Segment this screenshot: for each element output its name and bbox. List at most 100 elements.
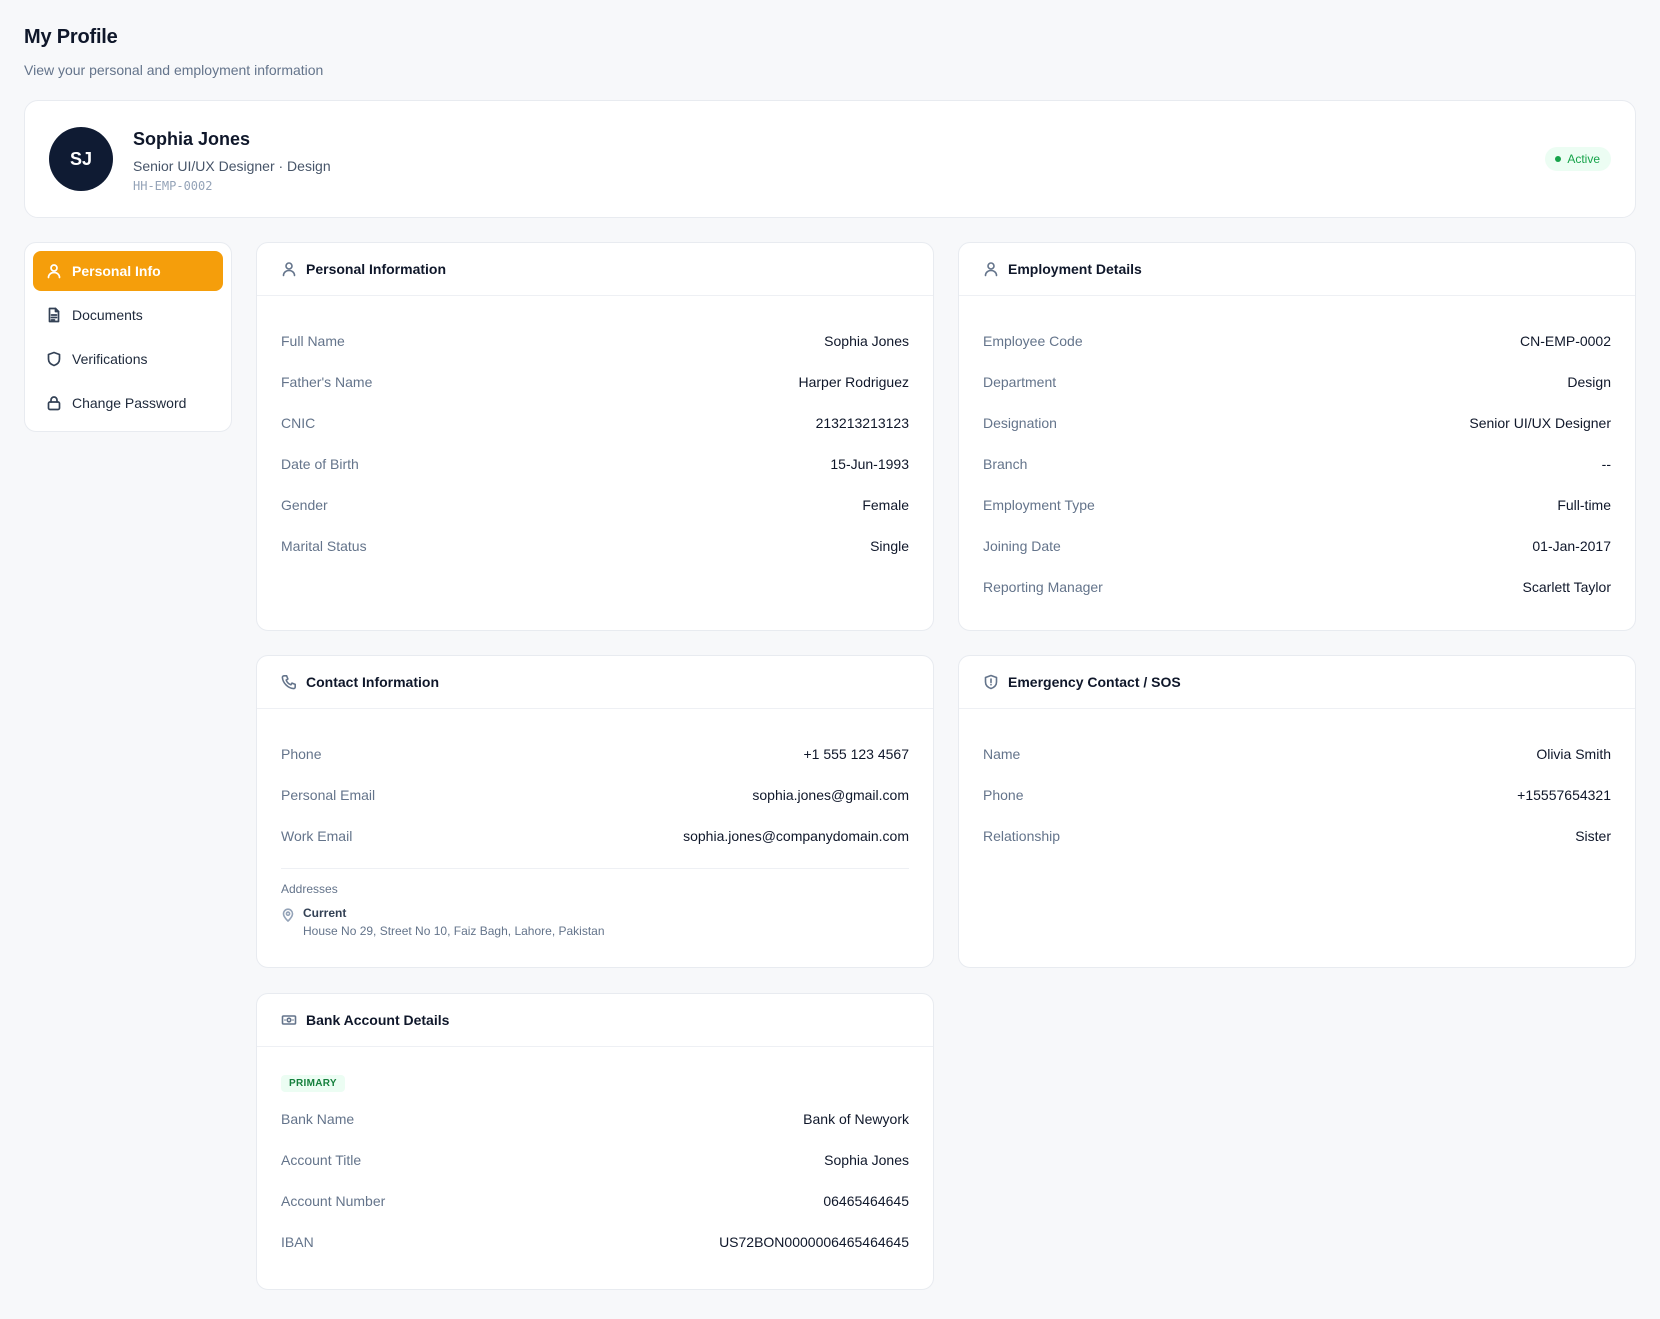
info-row-gender: Gender Female (281, 484, 909, 525)
row-value: CN-EMP-0002 (1519, 332, 1611, 349)
info-row-employment-type: Employment Type Full-time (983, 484, 1611, 525)
nav-item-verifications[interactable]: Verifications (33, 339, 223, 379)
info-row-relationship: Relationship Sister (983, 815, 1611, 856)
divider (281, 868, 909, 869)
row-value: Female (862, 496, 909, 513)
primary-badge: PRIMARY (281, 1075, 345, 1092)
personal-information-card: Personal Information Full Name Sophia Jon… (256, 242, 934, 631)
row-value: Full-time (1557, 496, 1611, 513)
row-value: Sophia Jones (824, 1151, 909, 1168)
card-title: Personal Information (306, 261, 447, 277)
info-row-branch: Branch -- (983, 443, 1611, 484)
card-title: Contact Information (306, 674, 439, 690)
row-label: Bank Name (281, 1110, 355, 1127)
row-label: Account Number (281, 1192, 386, 1209)
info-row-reporting-manager: Reporting Manager Scarlett Taylor (983, 566, 1611, 607)
page-subtitle: View your personal and employment inform… (24, 62, 324, 78)
info-row-account-title: Account Title Sophia Jones (281, 1139, 909, 1180)
contact-information-card: Contact Information Phone +1 555 123 4567… (256, 655, 934, 968)
page-header: My Profile View your personal and employ… (24, 26, 323, 78)
user-icon (46, 263, 62, 279)
row-label: Reporting Manager (983, 578, 1103, 595)
shield-icon (46, 351, 62, 367)
row-label: Work Email (281, 827, 353, 844)
row-label: Branch (983, 455, 1028, 472)
row-value: 15-Jun-1993 (830, 455, 909, 472)
status-dot-icon (1555, 156, 1562, 162)
user-icon (983, 261, 999, 277)
row-label: Gender (281, 496, 328, 513)
row-label: IBAN (281, 1233, 314, 1250)
addresses-heading: Addresses (281, 882, 338, 896)
status-badge: Active (1545, 147, 1611, 171)
row-label: Name (983, 745, 1021, 762)
card-title: Emergency Contact / SOS (1008, 674, 1181, 690)
info-row-work-email: Work Email sophia.jones@companydomain.com (281, 815, 909, 856)
row-label: Employment Type (983, 496, 1095, 513)
banknote-icon (281, 1012, 297, 1028)
employment-info-list: Employee Code CN-EMP-0002 Department Desig… (959, 296, 1635, 607)
row-label: Account Title (281, 1151, 362, 1168)
info-row-account-number: Account Number 06465464645 (281, 1180, 909, 1221)
info-row-marital-status: Marital Status Single (281, 525, 909, 566)
lock-icon (46, 395, 62, 411)
side-nav: Personal Info Documents Verifications Ch… (24, 242, 232, 432)
nav-item-label: Change Password (72, 395, 187, 411)
row-label: Phone (983, 786, 1024, 803)
avatar: SJ (49, 127, 113, 191)
employment-details-card: Employment Details Employee Code CN-EMP-0… (958, 242, 1636, 631)
row-value: Senior UI/UX Designer (1469, 414, 1611, 431)
nav-item-label: Personal Info (72, 263, 161, 279)
nav-item-change-password[interactable]: Change Password (33, 383, 223, 423)
info-row-bank-name: Bank Name Bank of Newyork (281, 1098, 909, 1139)
status-label: Active (1567, 152, 1600, 166)
row-label: CNIC (281, 414, 316, 431)
row-value: 06465464645 (823, 1192, 909, 1209)
info-row-personal-email: Personal Email sophia.jones@gmail.com (281, 774, 909, 815)
info-row-department: Department Design (983, 361, 1611, 402)
row-value: Design (1567, 373, 1611, 390)
bank-info-list: PRIMARY Bank Name Bank of Newyork Account… (257, 1047, 933, 1262)
row-value: US72BON0000006465464645 (719, 1233, 909, 1250)
row-label: Father's Name (281, 373, 373, 390)
row-label: Marital Status (281, 537, 367, 554)
info-row-phone: Phone +15557654321 (983, 774, 1611, 815)
card-header: Emergency Contact / SOS (959, 656, 1635, 709)
nav-item-personal-info[interactable]: Personal Info (33, 251, 223, 291)
shield-icon (983, 674, 999, 690)
row-label: Relationship (983, 827, 1061, 844)
emergency-contact-card: Emergency Contact / SOS Name Olivia Smith… (958, 655, 1636, 968)
info-row-phone: Phone +1 555 123 4567 (281, 733, 909, 774)
info-row-date-of-birth: Date of Birth 15-Jun-1993 (281, 443, 909, 484)
row-value: 01-Jan-2017 (1532, 537, 1611, 554)
document-icon (46, 307, 62, 323)
info-row-fathers-name: Father's Name Harper Rodriguez (281, 361, 909, 402)
address-item: Current House No 29, Street No 10, Faiz … (281, 906, 909, 938)
row-label: Joining Date (983, 537, 1061, 554)
employee-code: HH-EMP-0002 (133, 179, 213, 193)
row-value: -- (1601, 455, 1611, 472)
profile-name: Sophia Jones (133, 129, 251, 149)
row-value: +1 555 123 4567 (803, 745, 910, 762)
row-label: Phone (281, 745, 322, 762)
info-row-iban: IBAN US72BON0000006465464645 (281, 1221, 909, 1262)
row-value: +15557654321 (1517, 786, 1611, 803)
row-value: Olivia Smith (1536, 745, 1611, 762)
nav-item-label: Documents (72, 307, 143, 323)
emergency-info-list: Name Olivia Smith Phone +15557654321 Relat… (959, 709, 1635, 856)
personal-info-list: Full Name Sophia Jones Father's Name Harpe… (257, 296, 933, 566)
row-value: Bank of Newyork (803, 1110, 909, 1127)
address-type: Current (303, 906, 347, 920)
row-label: Department (983, 373, 1057, 390)
card-header: Contact Information (257, 656, 933, 709)
address-text: House No 29, Street No 10, Faiz Bagh, La… (303, 924, 605, 938)
row-label: Designation (983, 414, 1057, 431)
profile-summary-card: SJ Sophia Jones Senior UI/UX Designer · … (24, 100, 1636, 218)
row-value: Sister (1575, 827, 1611, 844)
nav-item-documents[interactable]: Documents (33, 295, 223, 335)
row-value: Sophia Jones (824, 332, 909, 349)
user-icon (281, 261, 297, 277)
row-value: 213213213123 (815, 414, 909, 431)
phone-icon (281, 674, 297, 690)
row-label: Date of Birth (281, 455, 359, 472)
